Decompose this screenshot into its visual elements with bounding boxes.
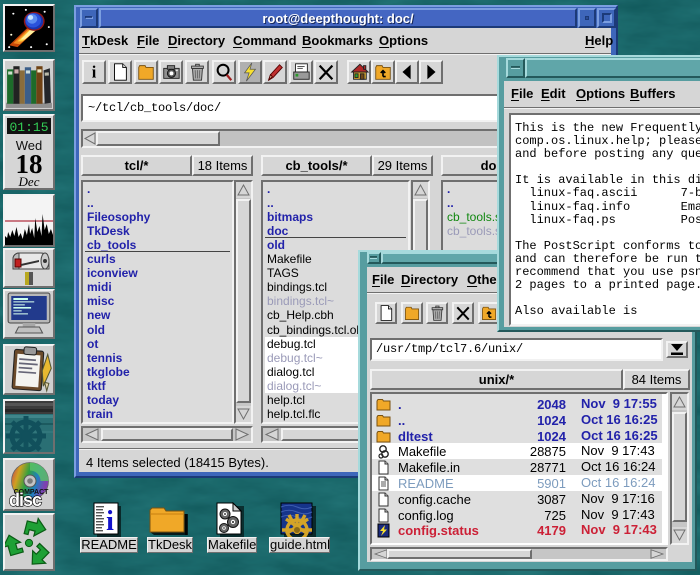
svg-text:i: i — [92, 62, 97, 81]
svg-text:i: i — [106, 506, 114, 537]
svg-text:01:15: 01:15 — [9, 120, 48, 135]
svg-text:Dec: Dec — [18, 174, 40, 188]
svg-text:disc: disc — [9, 490, 42, 509]
